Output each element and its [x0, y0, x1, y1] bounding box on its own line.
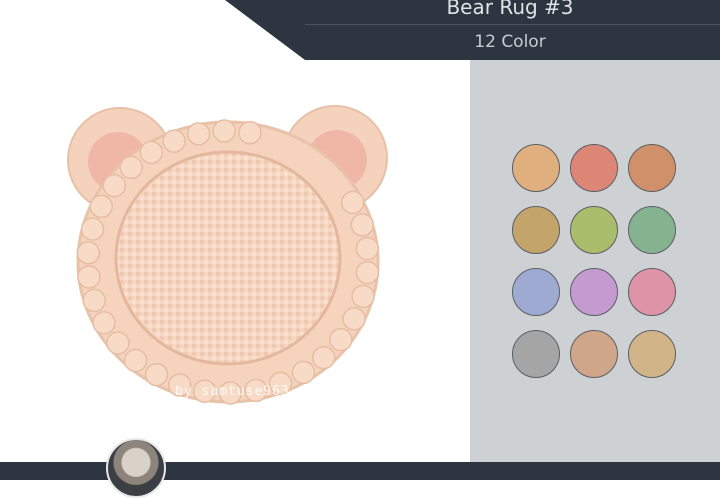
- rug-bobble: [76, 241, 101, 265]
- color-swatch-7[interactable]: [512, 268, 560, 316]
- rug-bobble: [355, 260, 380, 285]
- color-swatch-2[interactable]: [570, 144, 618, 192]
- color-palette-panel: [470, 60, 720, 462]
- rug-bobble: [311, 345, 336, 370]
- rug-bobble: [350, 213, 375, 237]
- author-avatar-icon[interactable]: [106, 438, 166, 498]
- rug-bobble: [329, 327, 353, 352]
- rug-bobble: [77, 265, 101, 289]
- rug-bobble: [89, 194, 114, 219]
- product-preview: by samtuse963: [0, 60, 470, 462]
- rug-bobble: [212, 119, 236, 143]
- color-swatch-5[interactable]: [570, 206, 618, 254]
- rug-bobble: [238, 120, 262, 145]
- watermark: by samtuse963: [175, 384, 290, 399]
- rug-bobble: [123, 348, 148, 373]
- color-swatch-1[interactable]: [512, 144, 560, 192]
- rug-bobble: [351, 284, 375, 309]
- rug-bobble: [80, 217, 105, 241]
- rug-bobble: [102, 173, 127, 198]
- rug-bobble: [144, 362, 169, 387]
- color-swatch-11[interactable]: [570, 330, 618, 378]
- rug-bobble: [355, 236, 380, 261]
- rug-bobble: [186, 122, 211, 146]
- rug-bobble: [340, 190, 365, 215]
- rug-bobble: [106, 331, 130, 355]
- color-swatch-3[interactable]: [628, 144, 676, 192]
- header-divider: [305, 24, 720, 25]
- rug-bobble: [139, 140, 164, 165]
- rug-bobble: [342, 307, 366, 331]
- color-swatch-8[interactable]: [570, 268, 618, 316]
- rug-bobble: [291, 360, 316, 385]
- rug-center: [114, 150, 342, 366]
- rug-bobble: [162, 129, 186, 153]
- color-swatch-9[interactable]: [628, 268, 676, 316]
- rug-bobble: [92, 310, 116, 335]
- rug-bobble: [82, 288, 106, 313]
- color-swatch-6[interactable]: [628, 206, 676, 254]
- color-swatch-12[interactable]: [628, 330, 676, 378]
- color-swatch-4[interactable]: [512, 206, 560, 254]
- bear-rug-image: [67, 105, 388, 405]
- color-swatch-10[interactable]: [512, 330, 560, 378]
- rug-bobble: [119, 155, 143, 180]
- color-count-subtitle: 12 Color: [474, 32, 546, 52]
- page-title: Bear Rug #3: [446, 0, 574, 19]
